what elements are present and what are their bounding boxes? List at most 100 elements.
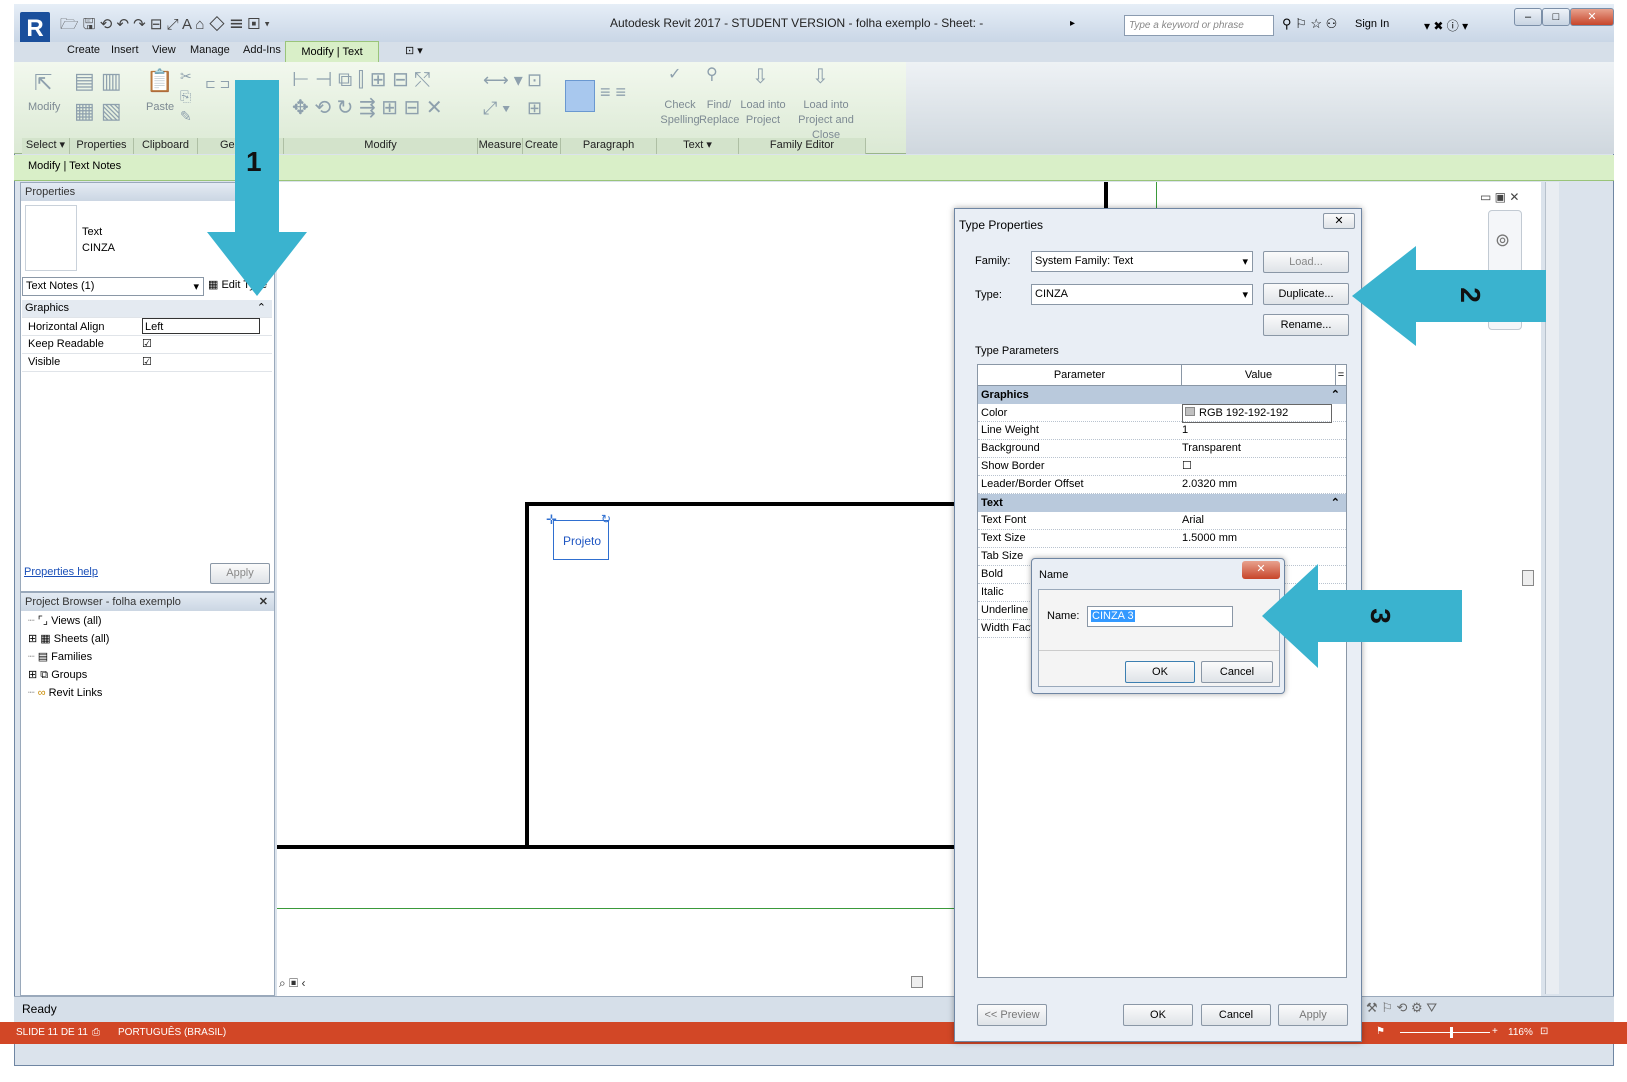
align-left-icon[interactable]: [565, 80, 595, 112]
tab-modify-text-notes[interactable]: Modify | Text Notes: [285, 41, 379, 78]
find-replace-button[interactable]: Find/Replace: [699, 98, 739, 128]
browser-families[interactable]: ┈ ▤ Families: [28, 648, 109, 666]
modify-cursor-icon[interactable]: ⇱: [34, 70, 52, 96]
load-into-project-icon[interactable]: ⇩: [752, 64, 769, 89]
quick-access-toolbar[interactable]: 🗁 🖫 ⟲ ↶ ↷ ⊟ ⤢ A ⌂ ◇ ☰ ▣ ▾: [60, 14, 270, 39]
zoom-level: 116%: [1508, 1027, 1533, 1038]
load-into-project-button[interactable]: Load into Project: [740, 98, 786, 128]
scrollbar-thumb[interactable]: [911, 976, 923, 988]
measure-icons[interactable]: ⟷ ▾ ⤢ ▾: [483, 66, 523, 122]
search-expand-icon[interactable]: ▸: [1070, 18, 1075, 29]
load-into-project-close-icon[interactable]: ⇩: [812, 64, 829, 89]
panel-clipboard: Clipboard: [134, 138, 198, 154]
ok-button[interactable]: OK: [1123, 1004, 1193, 1026]
tab-insert[interactable]: Insert: [111, 44, 139, 56]
group-text[interactable]: Text ⌃: [978, 494, 1346, 512]
color-swatch: [1185, 407, 1195, 416]
zoom-slider[interactable]: [1400, 1032, 1490, 1033]
type-selector[interactable]: Text CINZA: [82, 224, 115, 256]
column-header-value[interactable]: Value: [1182, 365, 1336, 385]
view-window-controls[interactable]: ▭ ▣ ✕: [1480, 190, 1519, 204]
help-icon[interactable]: ▾ ✖ ⓘ ▾: [1424, 17, 1468, 34]
presentation-status-bar: SLIDE 11 DE 11 ⎙ PORTUGUÊS (BRASIL) ⚑ + …: [0, 1022, 1627, 1044]
modify-button[interactable]: Modify: [28, 100, 60, 115]
column-header-parameter[interactable]: Parameter: [978, 365, 1182, 385]
view-control-icons[interactable]: ⌕ ▣ ‹: [279, 976, 306, 991]
spellcheck-icon[interactable]: ⎙: [92, 1027, 100, 1038]
parameter-row[interactable]: Show Border ☐: [978, 458, 1346, 476]
preview-button[interactable]: << Preview: [977, 1004, 1047, 1026]
tab-view[interactable]: View: [152, 44, 176, 56]
load-into-project-close-button[interactable]: Load into Project and Close: [786, 98, 866, 143]
infocenter-icons[interactable]: ⚲ ⚐ ☆ ⚇: [1282, 16, 1337, 32]
instance-filter-select[interactable]: Text Notes (1) ▾: [22, 277, 204, 296]
spell-check-icon[interactable]: ✓: [668, 64, 681, 84]
tab-options-icon[interactable]: ⊡ ▾: [405, 44, 423, 57]
name-ok-button[interactable]: OK: [1125, 661, 1195, 683]
parameter-row[interactable]: Text Font Arial: [978, 512, 1346, 530]
load-button[interactable]: Load...: [1263, 251, 1349, 273]
find-replace-icon[interactable]: ⚲: [706, 64, 718, 84]
parameter-row[interactable]: Line Weight 1: [978, 422, 1346, 440]
move-grip-icon[interactable]: ✛: [546, 512, 557, 528]
group-graphics[interactable]: Graphics ⌃: [978, 386, 1346, 404]
rotate-grip-icon[interactable]: ↻: [601, 512, 611, 526]
notes-icon[interactable]: ⚑: [1376, 1026, 1385, 1037]
properties-group-graphics[interactable]: Graphics ⌃: [22, 300, 272, 318]
property-row[interactable]: Keep Readable ☑: [22, 336, 272, 354]
type-properties-icon[interactable]: ▦ ▧: [74, 98, 122, 124]
check-spelling-button[interactable]: Check Spelling: [660, 98, 700, 128]
close-button[interactable]: ✕: [1570, 8, 1614, 26]
fit-slide-icon[interactable]: ⊡: [1540, 1026, 1548, 1037]
tab-manage[interactable]: Manage: [190, 44, 230, 56]
vertical-scrollbar-thumb[interactable]: [1522, 570, 1534, 586]
panel-text[interactable]: Text ▾: [657, 138, 739, 154]
parameter-row[interactable]: Leader/Border Offset 2.0320 mm: [978, 476, 1346, 494]
close-icon[interactable]: ✕: [259, 593, 268, 611]
callout-label-2: 2: [1454, 287, 1486, 303]
type-select[interactable]: CINZA ▾: [1031, 284, 1253, 305]
cancel-button[interactable]: Cancel: [1201, 1004, 1271, 1026]
properties-help-link[interactable]: Properties help: [24, 566, 98, 578]
align-center-right-icons[interactable]: ≡ ≡: [600, 82, 626, 103]
maximize-button[interactable]: □: [1542, 8, 1570, 26]
tab-add-ins[interactable]: Add-Ins: [243, 44, 281, 56]
modify-tools-icons[interactable]: ⊢ ⊣ ⧉ ⫿ ⊞ ⊟ ⤲ ✥ ⟲ ↻ ⇶ ⊞ ⊟ ✕: [292, 66, 443, 122]
name-input[interactable]: CINZA 3: [1087, 606, 1233, 627]
panel-select[interactable]: Select ▾: [22, 138, 70, 154]
views-icon: ⌜⌟: [37, 615, 48, 627]
dialog-close-button[interactable]: ✕: [1323, 213, 1355, 229]
parameter-row[interactable]: Text Size 1.5000 mm: [978, 530, 1346, 548]
cut-copy-icons[interactable]: ✂ ⎘ ✎: [180, 66, 192, 126]
type-label: Type:: [975, 289, 1002, 301]
sign-in-button[interactable]: Sign In: [1355, 18, 1389, 30]
browser-sheets[interactable]: ⊞ ▦ Sheets (all): [28, 630, 109, 648]
property-row[interactable]: Horizontal Align Left: [22, 318, 272, 336]
duplicate-button[interactable]: Duplicate...: [1263, 283, 1349, 305]
parameter-row[interactable]: Color RGB 192-192-192: [978, 404, 1346, 423]
text-note[interactable]: Projeto: [563, 534, 601, 548]
minimize-button[interactable]: –: [1514, 8, 1542, 26]
apply-button[interactable]: Apply: [1278, 1004, 1348, 1026]
sort-icon[interactable]: =: [1336, 365, 1346, 385]
parameter-row[interactable]: Background Transparent: [978, 440, 1346, 458]
browser-views[interactable]: ┈ ⌜⌟ Views (all): [28, 612, 109, 630]
paste-button[interactable]: Paste: [146, 100, 174, 115]
property-row[interactable]: Visible ☑: [22, 354, 272, 372]
create-icons[interactable]: ⊡ ⊞: [527, 66, 542, 122]
help-search-input[interactable]: Type a keyword or phrase: [1124, 15, 1274, 36]
browser-revit-links[interactable]: ┈ ∞ Revit Links: [28, 684, 109, 702]
sheet-border-line: [525, 502, 529, 848]
paste-icon[interactable]: 📋: [146, 68, 173, 94]
family-select[interactable]: System Family: Text ▾: [1031, 251, 1253, 272]
tab-create[interactable]: Create: [67, 44, 100, 56]
rename-button[interactable]: Rename...: [1263, 314, 1349, 336]
zoom-in-icon[interactable]: +: [1492, 1026, 1498, 1037]
status-bar-icons[interactable]: ⚒ ⚐ ⟲ ⚙ ⛛: [1366, 1000, 1437, 1016]
language-label[interactable]: PORTUGUÊS (BRASIL): [118, 1027, 226, 1038]
properties-icon[interactable]: ▤ ▥: [74, 68, 122, 94]
zoom-slider-thumb[interactable]: [1450, 1027, 1453, 1038]
browser-groups[interactable]: ⊞ ⧉ Groups: [28, 666, 109, 684]
apply-button[interactable]: Apply: [210, 563, 270, 584]
instance-properties-grid: Graphics ⌃ Horizontal Align Left Keep Read…: [22, 300, 272, 372]
